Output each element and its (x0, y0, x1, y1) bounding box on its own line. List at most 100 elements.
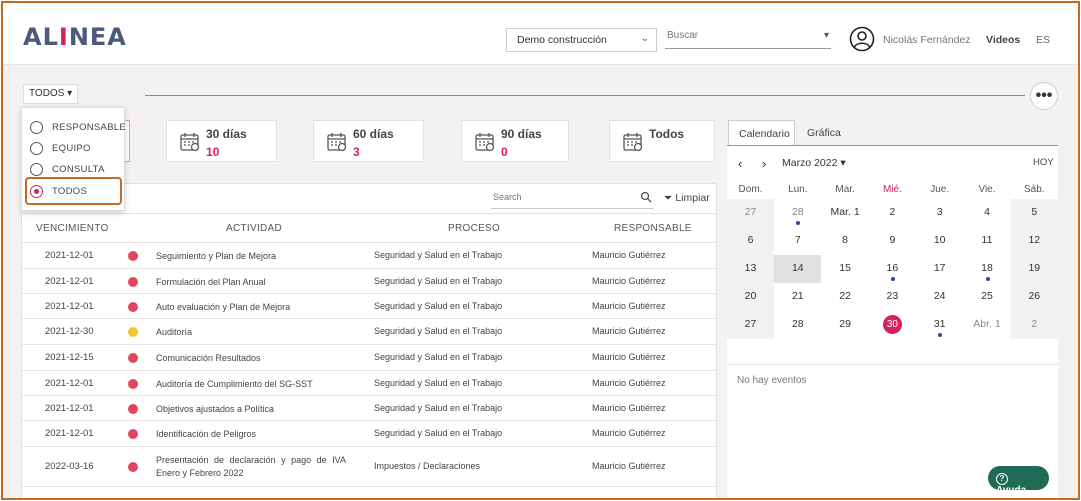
activity-name[interactable]: Identificación de Peligros (156, 428, 346, 441)
day-number: 4 (984, 206, 990, 218)
due-date: 2021-12-01 (45, 300, 94, 312)
global-search-input[interactable] (665, 27, 805, 44)
activity-name[interactable]: Auto evaluación y Plan de Mejora (156, 301, 346, 314)
table-row[interactable]: 2021-12-01 Formulación del Plan Anual Segu… (22, 269, 716, 294)
day-number: 11 (981, 234, 993, 246)
activity-name[interactable]: Objetivos ajustados a Política (156, 403, 346, 416)
card-90-days[interactable]: 90 días 0 (461, 120, 569, 162)
calendar-day[interactable]: 28 (774, 199, 821, 227)
day-number: 27 (744, 206, 757, 218)
table-search-input[interactable] (491, 189, 631, 205)
calendar-day[interactable]: 5 (1010, 199, 1058, 227)
company-select[interactable]: Demo construcción ⌄ (506, 28, 657, 52)
activity-name[interactable]: Presentación de declaración y pago de IV… (156, 454, 346, 480)
table-row[interactable]: 2021-12-01 Objetivos ajustados a Política… (22, 396, 716, 421)
tab-calendar[interactable]: Calendario (728, 120, 795, 146)
calendar-day[interactable]: 7 (774, 227, 821, 255)
table-row[interactable]: 2021-12-01 Auto evaluación y Plan de Mejo… (22, 294, 716, 319)
calendar-day[interactable]: 4 (964, 199, 1011, 227)
user-avatar-icon[interactable] (849, 26, 875, 52)
next-month-button[interactable]: › (762, 156, 766, 171)
card-30-days[interactable]: 30 días 10 (166, 120, 277, 162)
table-row[interactable]: 2021-12-01 Identificación de Peligros Segu… (22, 421, 716, 447)
search-dropdown-icon[interactable]: ▾ (824, 30, 829, 41)
calendar-day[interactable]: 2 (1010, 311, 1058, 339)
table-row[interactable]: 2021-12-01 Seguimiento y Plan de Mejora Se… (22, 243, 716, 269)
chevron-down-icon: ⌄ (640, 33, 649, 44)
alinea-logo[interactable]: ALINEA (23, 23, 127, 51)
calendar-day[interactable]: 21 (774, 283, 821, 311)
prev-month-button[interactable]: ‹ (738, 156, 742, 171)
scope-filter-button[interactable]: TODOS ▾ (23, 84, 79, 104)
videos-link[interactable]: Videos (986, 34, 1020, 46)
header-responsible[interactable]: RESPONSABLE (614, 223, 692, 234)
calendar-day[interactable]: 25 (964, 283, 1011, 311)
calendar-day[interactable]: 20 (727, 283, 774, 311)
activity-name[interactable]: Comunicación Resultados (156, 352, 346, 365)
calendar-day[interactable]: 2 (869, 199, 916, 227)
activity-name[interactable]: Formulación del Plan Anual (156, 276, 346, 289)
day-number: 2 (889, 206, 896, 218)
calendar-day[interactable]: 11 (964, 227, 1011, 255)
table-row[interactable]: 2021-12-01 Auditoría de Cumplimiento del … (22, 371, 716, 396)
today-button[interactable]: HOY (1033, 157, 1054, 168)
status-dot (128, 403, 138, 414)
card-title: 30 días (206, 127, 247, 141)
calendar-day[interactable]: 15 (822, 255, 869, 283)
process-name: Seguridad y Salud en el Trabajo (374, 352, 503, 362)
header-due[interactable]: VENCIMIENTO (36, 223, 109, 234)
calendar-day[interactable]: 26 (1010, 283, 1058, 311)
calendar-day[interactable]: 3 (916, 199, 963, 227)
calendar-day[interactable]: 14 (774, 255, 822, 283)
calendar-day[interactable]: 6 (727, 227, 774, 255)
calendar-day[interactable]: 17 (916, 255, 963, 283)
calendar-day[interactable]: 27 (727, 311, 774, 339)
table-row[interactable]: 2021-12-15 Comunicación Resultados Segurid… (22, 345, 716, 371)
calendar-day[interactable]: 10 (916, 227, 963, 255)
calendar-day[interactable]: 12 (1010, 227, 1058, 255)
calendar-day[interactable]: 19 (1010, 255, 1058, 283)
global-search[interactable]: ▾ (665, 27, 831, 49)
status-dot (128, 327, 138, 337)
calendar-day[interactable]: 18 (964, 255, 1011, 283)
calendar-day[interactable]: 16 (869, 255, 916, 283)
calendar-day[interactable]: 31 (916, 311, 963, 339)
month-selector[interactable]: Marzo 2022 ▾ (782, 157, 846, 169)
user-name[interactable]: Nicolás Fernández (883, 34, 971, 46)
calendar-day[interactable]: 8 (822, 227, 869, 255)
calendar-day[interactable]: 9 (869, 227, 916, 255)
language-selector[interactable]: ES (1036, 34, 1050, 46)
responsible-name: Mauricio Gutiérrez (592, 461, 666, 471)
calendar-day[interactable]: 13 (727, 255, 774, 283)
activity-name[interactable]: Seguimiento y Plan de Mejora (156, 250, 346, 263)
calendar-day[interactable]: 30 (869, 311, 916, 339)
more-options-button[interactable]: ••• (1030, 82, 1058, 110)
calendar-day[interactable]: Abr. 1 (964, 311, 1011, 339)
day-number: 22 (839, 290, 851, 302)
calendar-day[interactable]: 27 (727, 199, 774, 227)
clear-filter-label: Limpiar (675, 192, 710, 204)
search-icon (640, 191, 652, 203)
table-row[interactable]: 2022-03-16 Presentación de declaración y … (22, 447, 716, 487)
header-activity[interactable]: ACTIVIDAD (226, 223, 282, 234)
calendar-day[interactable]: 24 (916, 283, 963, 311)
responsible-name: Mauricio Gutiérrez (592, 300, 666, 311)
table-search[interactable] (491, 189, 654, 209)
help-button[interactable]: ?Ayuda (988, 466, 1049, 496)
calendar-day[interactable]: 29 (822, 311, 869, 339)
table-row[interactable]: 2021-12-30 Auditoría Seguridad y Salud en … (22, 319, 716, 345)
activity-name[interactable]: Auditoría (156, 326, 346, 339)
header-process[interactable]: PROCESO (448, 223, 500, 234)
card-all[interactable]: Todos (609, 120, 715, 162)
calendar-day[interactable]: 22 (822, 283, 869, 311)
day-number: Mar. 1 (830, 206, 860, 218)
clear-filter-button[interactable]: ⏷ Limpiar (664, 192, 710, 205)
weekday-label: Mar. (835, 184, 855, 195)
due-date: 2021-12-01 (45, 402, 94, 414)
calendar-day[interactable]: 28 (774, 311, 821, 339)
card-60-days[interactable]: 60 días 3 (313, 120, 424, 162)
tab-chart[interactable]: Gráfica (797, 120, 849, 146)
calendar-day[interactable]: 23 (869, 283, 916, 311)
activity-name[interactable]: Auditoría de Cumplimiento del SG-SST (156, 378, 346, 391)
calendar-day[interactable]: Mar. 1 (822, 199, 869, 227)
